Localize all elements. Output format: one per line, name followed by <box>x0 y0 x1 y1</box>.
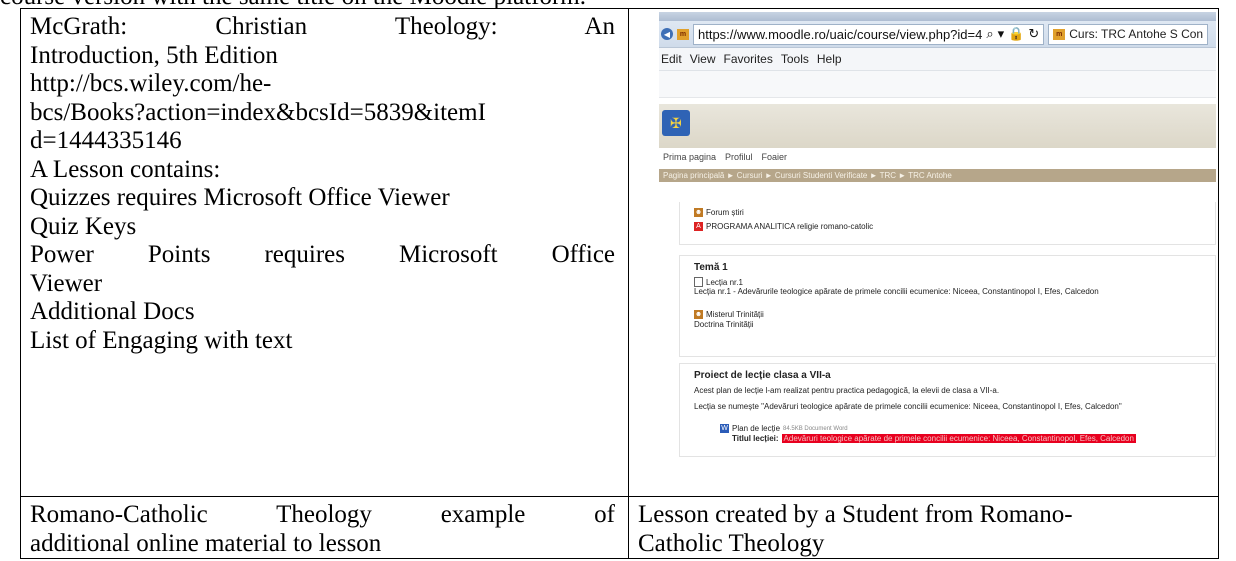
course-section-general: ☻ Forum știri A PROGRAMA ANALITICA relig… <box>679 202 1216 245</box>
list-item: Quiz Keys <box>30 212 137 240</box>
left-caption-line-2: additional online material to lesson <box>30 529 382 557</box>
university-logo[interactable]: ✠ <box>662 110 690 136</box>
menu-tools[interactable]: Tools <box>781 52 809 66</box>
back-icon[interactable]: ◀ <box>661 28 673 40</box>
lesson-heading: A Lesson contains: <box>30 155 221 183</box>
forum-news-link[interactable]: ☻ Forum știri <box>694 208 744 217</box>
right-caption-line-2: Catholic Theology <box>638 529 825 557</box>
lesson-description: Lecția nr.1 - Adevărurile teologice apăr… <box>694 287 1099 296</box>
page-icon <box>694 277 703 287</box>
left-caption-line-1: Romano-Catholic Theology example of <box>30 501 615 528</box>
program-link[interactable]: A PROGRAMA ANALITICA religie romano-cato… <box>694 222 873 231</box>
pdf-icon: A <box>694 222 703 231</box>
course-section-tema: Temă 1 Lecția nr.1 Lecția nr.1 - Adevăru… <box>679 255 1216 357</box>
left-cell: McGrath: Christian Theology: An Introduc… <box>20 8 629 497</box>
project-description: Lecția se numește "Adevăruri teologice a… <box>694 402 1122 411</box>
nav-sheet[interactable]: Foaier <box>762 152 788 162</box>
menu-help[interactable]: Help <box>817 52 842 66</box>
moodle-header <box>659 104 1216 148</box>
lesson-title-row: Titlul lecției: Adevăruri teologice apăr… <box>732 434 1136 443</box>
forum-icon: ☻ <box>694 208 703 217</box>
address-bar-row: ◀ m https://www.moodle.ro/uaic/course/vi… <box>659 21 1216 48</box>
menu-view[interactable]: View <box>690 52 716 66</box>
url-field[interactable]: https://www.moodle.ro/uaic/course/view.p… <box>693 23 1045 45</box>
menu-bar: Edit View Favorites Tools Help <box>659 48 1216 71</box>
toolbar-strip <box>659 71 1216 98</box>
refresh-icon[interactable]: ↻ <box>1028 26 1039 42</box>
list-item: List of Engaging with text <box>30 326 293 354</box>
list-item: Additional Docs <box>30 298 195 325</box>
citation-line-1: McGrath: Christian Theology: An <box>30 13 615 40</box>
lesson-plan-link[interactable]: W Plan de lecție 84.5KB Document Word <box>720 424 848 433</box>
course-section-project: Proiect de lecție clasa a VII-a Acest pl… <box>679 363 1216 457</box>
menu-favorites[interactable]: Favorites <box>723 52 772 66</box>
url-line-1[interactable]: http://bcs.wiley.com/he- <box>30 70 615 99</box>
trinity-forum-link[interactable]: ☻ Misterul Trinității <box>694 310 764 319</box>
list-item: Quizzes requires Microsoft Office Viewer <box>30 184 450 211</box>
section-title: Proiect de lecție clasa a VII-a <box>694 370 831 381</box>
moodle-favicon-icon: m <box>1053 28 1066 40</box>
word-icon: W <box>720 424 729 433</box>
search-icon[interactable]: ⌕ <box>986 26 993 42</box>
citation-line-2: Introduction, 5th Edition <box>30 41 278 69</box>
window-titlebar <box>659 12 1216 21</box>
browser-tab[interactable]: m Curs: TRC Antohe S Con <box>1048 23 1209 45</box>
right-caption-cell: Lesson created by a Student from Romano-… <box>628 496 1219 559</box>
lesson-title-highlight: Adevăruri teologice apărate de primele c… <box>781 434 1136 443</box>
section-title: Temă 1 <box>694 262 728 273</box>
moodle-favicon-icon: m <box>677 28 689 40</box>
project-description: Acest plan de lecție l-am realizat pentr… <box>694 386 1000 395</box>
forum-icon: ☻ <box>694 310 703 319</box>
lock-icon: 🔒 <box>1008 26 1025 41</box>
nav-profile[interactable]: Profilul <box>725 152 753 162</box>
moodle-nav: Prima pagina Profilul Foaier <box>663 152 787 162</box>
moodle-screenshot: ◀ m https://www.moodle.ro/uaic/course/vi… <box>659 12 1216 457</box>
doctrine-text: Doctrina Trinității <box>694 320 754 329</box>
dropdown-icon[interactable]: ▾ <box>998 26 1005 42</box>
left-caption-cell: Romano-Catholic Theology example of addi… <box>20 496 629 559</box>
list-item: Viewer <box>30 269 103 297</box>
preceding-text-line: course version with the same title on th… <box>0 0 1236 8</box>
list-item: Power Points requires Microsoft Office <box>30 241 616 268</box>
nav-home[interactable]: Prima pagina <box>663 152 716 162</box>
url-line-3[interactable]: d=1444335146 <box>30 127 615 156</box>
lesson-link[interactable]: Lecția nr.1 <box>694 277 743 287</box>
breadcrumb[interactable]: Pagina principală ► Cursuri ► Cursuri St… <box>659 169 1216 182</box>
document-table: McGrath: Christian Theology: An Introduc… <box>20 8 1219 559</box>
right-caption-line-1: Lesson created by a Student from Romano- <box>638 501 1073 528</box>
menu-edit[interactable]: Edit <box>661 52 682 66</box>
right-cell: ◀ m https://www.moodle.ro/uaic/course/vi… <box>628 8 1219 497</box>
url-line-2[interactable]: bcs/Books?action=index&bcsId=5839&itemI <box>30 99 615 128</box>
